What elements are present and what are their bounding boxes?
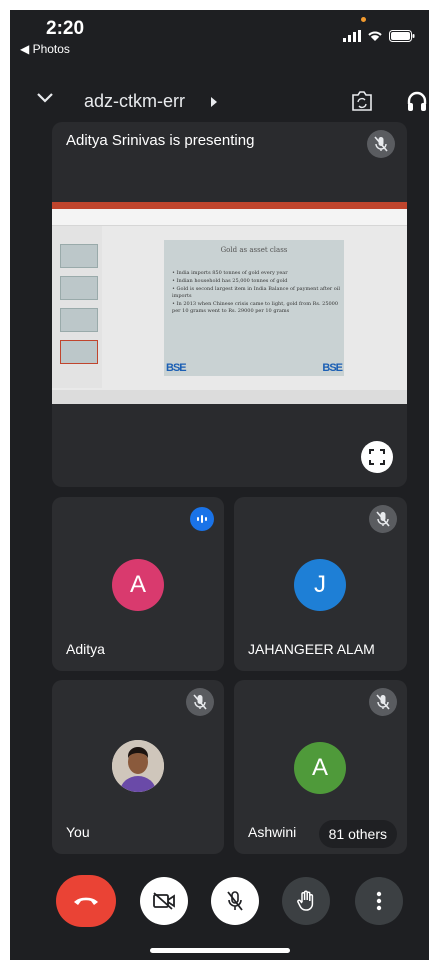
participant-tile[interactable]: J JAHANGEER ALAM [234,497,407,671]
slide-thumbnail [60,244,98,268]
camera-toggle-button[interactable] [140,877,188,925]
meet-screen: 2:20 ◀ Photos adz-ctkm-err Aditya Sriniv… [10,10,429,960]
mic-in-use-indicator [361,17,366,22]
more-vert-icon [376,891,382,911]
slide-bullet: • Gold is second largest item in India B… [172,286,340,299]
signal-icon [343,30,361,42]
participant-mic-off [369,688,397,716]
slide-bullets: • India imports 850 tonnes of gold every… [172,270,340,316]
slide-thumbnail [60,276,98,300]
participant-mic-off [369,505,397,533]
mic-off-icon [376,511,390,527]
switch-camera-icon[interactable] [350,90,374,112]
participant-name: Aditya [66,641,105,657]
bse-logo-right: BSE [322,362,343,374]
mic-off-icon [227,891,243,911]
home-indicator [150,948,290,953]
meeting-header: adz-ctkm-err [10,88,429,118]
headphones-icon[interactable] [406,90,428,112]
participant-mic-off [186,688,214,716]
back-to-photos[interactable]: ◀ Photos [20,42,70,56]
bse-logo-left: BSE [166,362,187,374]
participant-tile[interactable]: A Aditya [52,497,224,671]
audio-level-icon [197,515,207,523]
presenter-mic-off [367,130,395,158]
slide-title: Gold as asset class [220,246,288,254]
wifi-icon [368,31,382,41]
end-call-button[interactable] [56,875,116,927]
hang-up-icon [74,897,98,905]
user-photo-icon [112,740,164,792]
avatar: J [294,559,346,611]
raise-hand-button[interactable] [282,877,330,925]
participant-name: Ashwini [248,824,297,840]
slide-bullet: • Indian household has 25,000 tonnes of … [172,278,288,284]
caret-right-icon[interactable] [210,97,218,107]
battery-icon [389,30,415,42]
mic-toggle-button[interactable] [211,877,259,925]
windows-taskbar [52,390,407,404]
fullscreen-icon [369,449,385,465]
mic-off-icon [374,136,388,152]
mic-off-icon [193,694,207,710]
slide-thumbnail [60,308,98,332]
raise-hand-icon [297,890,314,911]
camera-off-icon [153,892,175,910]
avatar-photo [112,740,164,792]
slide-bullet: • India imports 850 tonnes of gold every… [172,270,288,276]
participant-name: JAHANGEER ALAM [248,641,375,657]
ppt-ribbon [52,209,407,226]
presenter-tile[interactable]: Aditya Srinivas is presenting Gold as as… [52,122,407,487]
others-count[interactable]: 81 others [318,820,397,848]
presenting-label: Aditya Srinivas is presenting [66,132,255,149]
ppt-thumbnails [52,226,102,388]
slide-thumbnail [60,340,98,364]
status-time: 2:20 [46,18,85,39]
chevron-down-icon[interactable] [36,92,54,104]
participant-name: You [66,824,90,840]
participant-tile[interactable]: A Ashwini 81 others [234,680,407,854]
ppt-title-bar [52,202,407,209]
current-slide: Gold as asset class • India imports 850 … [164,240,344,376]
more-options-button[interactable] [355,877,403,925]
speaking-indicator [190,507,214,531]
mic-off-icon [376,694,390,710]
avatar: A [294,742,346,794]
status-icons [343,30,415,42]
participant-tile[interactable]: You [52,680,224,854]
slide-bullet: • In 2013 when Chinese crisis came to li… [172,301,339,314]
fullscreen-button[interactable] [361,441,393,473]
avatar: A [112,559,164,611]
meeting-code[interactable]: adz-ctkm-err [84,91,185,112]
shared-screen: Gold as asset class • India imports 850 … [52,202,407,404]
